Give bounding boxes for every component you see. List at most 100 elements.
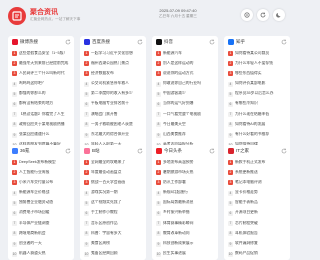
item-title[interactable]: 如何看待某公司裁员 (235, 51, 287, 56)
item-title[interactable]: 科技创新成果展示 (163, 241, 215, 246)
list-item[interactable]: 2 年度最佳动画盘点 (80, 168, 146, 178)
item-title[interactable]: 中国游客减少 (163, 91, 215, 96)
item-title[interactable]: 为什么年轻人不爱存钱 (235, 61, 287, 66)
refresh-all-button[interactable] (257, 9, 269, 21)
item-title[interactable]: 说说你的运动方式 (163, 71, 215, 76)
item-title[interactable]: 都有没有结束的地方 (19, 101, 71, 106)
list-item[interactable]: 9 张某回应遭遇什么 (8, 131, 74, 141)
item-title[interactable]: 开源项目更新 (235, 210, 287, 215)
list-item[interactable]: 7 演唱会门票开售 (80, 110, 146, 120)
list-item[interactable]: 2 人工智能行业周报 (8, 168, 74, 178)
list-item[interactable]: 9 有什么好看的书推荐 (224, 131, 290, 141)
item-title[interactable]: 创业者的一天 (19, 241, 71, 246)
list-item[interactable]: 2 暑期旅游市场火热 (152, 168, 218, 178)
list-item[interactable]: 10 鬼畜区经典回顾 (80, 250, 146, 260)
list-item[interactable]: 1 这些是假食品安全（1~5版） (8, 49, 74, 59)
item-title[interactable]: 机器人赛道火热 (19, 251, 71, 256)
list-item[interactable]: 4 如何评价某部电影 (224, 80, 290, 90)
list-item[interactable]: 5 独角兽企业融资动态 (8, 199, 74, 209)
card-refresh-icon[interactable] (209, 148, 215, 154)
list-item[interactable]: 3 经济数据发布 (80, 69, 146, 79)
card-refresh-icon[interactable] (137, 148, 143, 154)
app-logo[interactable] (8, 7, 26, 25)
item-title[interactable]: 民生实事进展 (163, 251, 215, 256)
item-title[interactable]: 政府回应关于某电视剧热播 (19, 122, 71, 127)
item-title[interactable]: 手工制作小教程 (91, 210, 143, 215)
item-title[interactable]: 显卡价格走势 (235, 190, 287, 195)
list-item[interactable]: 4 鸣鸣鸣这你吧？ (8, 80, 74, 90)
list-item[interactable]: 2 为什么年轻人不爱存钱 (224, 59, 290, 69)
list-item[interactable]: 7 音乐区原创作品 (80, 219, 146, 229)
list-item[interactable]: 4 显卡价格走势 (224, 189, 290, 199)
list-item[interactable]: 3 说说你的运动方式 (152, 69, 218, 79)
list-item[interactable]: 2 别人是这样运动的 (152, 59, 218, 69)
list-item[interactable]: 9 美食区周榜 (80, 240, 146, 250)
list-item[interactable]: 5 都懂的你那么的 (8, 90, 74, 100)
item-title[interactable]: 耳机体验报告 (235, 231, 287, 236)
item-title[interactable]: DeepSeek发布新模型 (19, 160, 71, 165)
item-title[interactable]: 软件漏洞修复 (235, 241, 287, 246)
item-title[interactable]: 【热议话题】你看完了人生 (19, 112, 71, 117)
item-title[interactable]: 你敢说你自己的行业吗 (163, 81, 215, 86)
list-item[interactable]: 9 山西美食推荐 (152, 131, 218, 141)
list-item[interactable]: 3 小米汽车交付量公布 (8, 178, 74, 188)
list-item[interactable]: 5 这个视频笑死我了 (80, 199, 146, 209)
item-title[interactable]: 新能源车企价格战 (19, 190, 71, 195)
item-title[interactable]: 这些是假食品安全（1~5版） (19, 51, 71, 56)
item-title[interactable]: 跨境电商新机会 (19, 231, 71, 236)
list-item[interactable]: 1 全网最全的攻略来了 (80, 158, 146, 168)
list-item[interactable]: 3 笔记本电脑评测 (224, 178, 290, 188)
item-title[interactable]: 小米汽车交付量公布 (19, 180, 71, 185)
item-title[interactable]: 人工智能行业周报 (19, 170, 71, 175)
list-item[interactable]: 8 一男子救助被困老人获赞 (80, 120, 146, 130)
list-item[interactable]: 3 人民网评三个什么叫新时代 (8, 69, 74, 79)
item-title[interactable]: 年度最佳动画盘点 (91, 170, 143, 175)
list-item[interactable]: 6 平板电脑专业排名前十 (80, 100, 146, 110)
item-title[interactable]: 游戏实况第一期 (91, 190, 143, 195)
item-title[interactable]: 体育赛事精彩瞬间 (163, 221, 215, 226)
item-title[interactable]: 都懂的你那么的 (19, 91, 71, 96)
list-item[interactable]: 8 如何看待AI的发展 (224, 120, 290, 130)
list-item[interactable]: 2 福州西湖公园热门景点 (80, 59, 146, 69)
item-title[interactable]: 最强冬天到来前已经提前完成 (19, 61, 71, 66)
item-title[interactable]: 今日最美天空 (163, 122, 215, 127)
list-item[interactable]: 10 机器人赛道火热 (8, 250, 74, 260)
list-item[interactable]: 10 数码产品促销 (224, 250, 290, 260)
item-title[interactable]: 新款手机正式发布 (235, 160, 287, 165)
list-item[interactable]: 8 耳机体验报告 (224, 229, 290, 239)
item-title[interactable]: 智能手表新品 (235, 200, 287, 205)
list-item[interactable]: 3 哪些东西值得买 (224, 69, 290, 79)
item-title[interactable]: 芯片制程突破 (235, 221, 287, 226)
item-title[interactable]: 教育改革新动向 (163, 231, 215, 236)
list-item[interactable]: 4 游戏实况第一期 (80, 189, 146, 199)
item-title[interactable]: 福州西湖公园热门景点 (91, 61, 143, 66)
item-title[interactable]: 演唱会门票开售 (91, 112, 143, 117)
list-item[interactable]: 9 软件漏洞修复 (224, 240, 290, 250)
list-item[interactable]: 9 东北最大的综合体开业 (80, 131, 146, 141)
item-title[interactable]: 暑期旅游市场火热 (163, 170, 215, 175)
settings-button[interactable] (241, 9, 253, 21)
item-title[interactable]: 乡村振兴新举措 (163, 210, 215, 215)
item-title[interactable]: 系统更新推送 (235, 170, 287, 175)
item-title[interactable]: 半导体产业链调查 (19, 221, 71, 226)
item-title[interactable]: 如何看待AI的发展 (235, 122, 287, 127)
item-title[interactable]: 为什么现在结婚率低 (235, 112, 287, 117)
item-title[interactable]: 独角兽企业融资动态 (19, 200, 71, 205)
list-item[interactable]: 7 芯片制程突破 (224, 219, 290, 229)
list-item[interactable]: 7 体育赛事精彩瞬间 (152, 219, 218, 229)
list-item[interactable]: 3 挑战一百天学会画画 (80, 178, 146, 188)
list-item[interactable]: 3 防汛工作部署 (152, 178, 218, 188)
item-title[interactable]: 多地发布高温预警 (163, 160, 215, 165)
list-item[interactable]: 1 多地发布高温预警 (152, 158, 218, 168)
list-item[interactable]: 8 科普：宇宙有多大 (80, 229, 146, 239)
card-refresh-icon[interactable] (65, 39, 71, 45)
list-item[interactable]: 1 DeepSeek发布新模型 (8, 158, 74, 168)
list-item[interactable]: 4 新能源车企价格战 (8, 189, 74, 199)
list-item[interactable]: 1 新款手机正式发布 (224, 158, 290, 168)
list-item[interactable]: 6 都有没有结束的地方 (8, 100, 74, 110)
item-title[interactable]: 鸣鸣鸣这你吧？ (19, 81, 71, 86)
item-title[interactable]: 如何评价某部电影 (235, 81, 287, 86)
item-title[interactable]: 一口气看完整个电视剧 (163, 112, 215, 117)
list-item[interactable]: 6 消费电子市场回暖 (8, 209, 74, 219)
item-title[interactable]: 鬼畜区经典回顾 (91, 251, 143, 256)
